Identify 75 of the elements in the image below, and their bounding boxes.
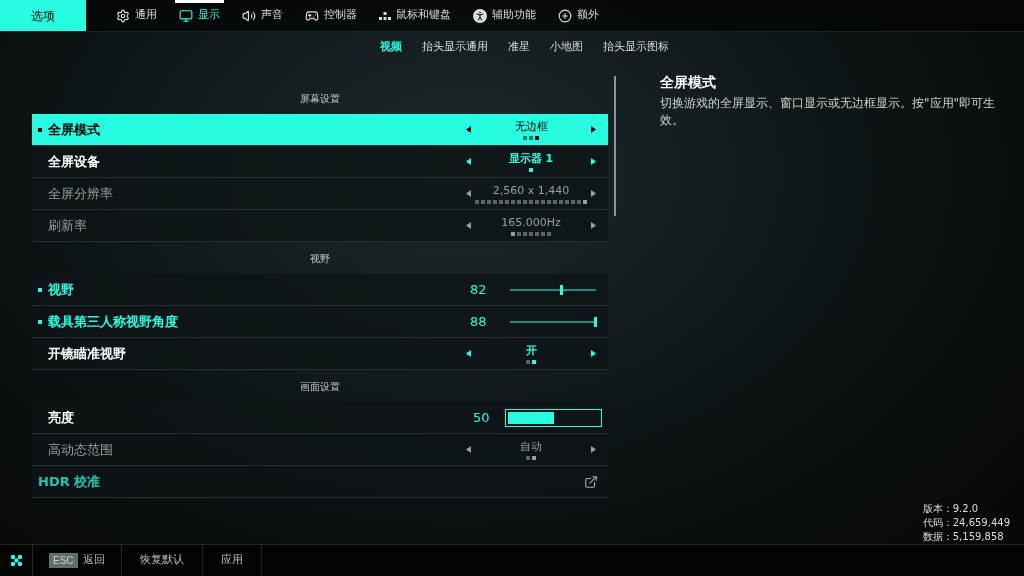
category-tab[interactable]: 鼠标和键盘: [379, 0, 451, 31]
setting-label: 刷新率: [48, 216, 87, 235]
category-tab[interactable]: 额外: [558, 0, 599, 31]
plus-icon: [558, 8, 572, 23]
build-info: 版本：9.2.0: [922, 502, 980, 516]
esc-key: ESC: [49, 553, 78, 568]
right-arrow-icon[interactable]: [591, 126, 596, 133]
brightness-bar[interactable]: [505, 408, 602, 427]
setting-label: 全屏分辨率: [48, 184, 113, 203]
header-title: 选项: [0, 0, 86, 31]
sub-tab[interactable]: 抬头显示通用: [422, 38, 488, 56]
footer-button[interactable]: 应用: [202, 545, 262, 576]
setting-value: 50: [473, 408, 491, 427]
footer-button[interactable]: 恢复默认: [121, 545, 203, 576]
setting-label: 载具第三人称视野角度: [48, 312, 178, 331]
section-heading: 屏幕设置: [300, 91, 340, 106]
speaker-icon: [242, 8, 256, 23]
setting-value: 82: [470, 280, 488, 299]
setting-label: 全屏设备: [48, 152, 100, 171]
build-info: 代码：24,659,449: [922, 516, 1010, 530]
slider-thumb[interactable]: [594, 316, 597, 327]
gear-icon: [116, 8, 130, 23]
sub-tab[interactable]: 视频: [380, 38, 402, 56]
setting-value: 自动: [520, 439, 542, 454]
setting-value: 88: [470, 312, 488, 331]
monitor-icon: [179, 8, 193, 23]
section-heading: 画面设置: [300, 379, 340, 394]
slider-thumb[interactable]: [560, 284, 564, 295]
setting-value: 165.000Hz: [501, 215, 561, 230]
setting-row[interactable]: 开镜瞄准视野 开: [32, 338, 608, 370]
setting-row[interactable]: HDR 校准: [32, 466, 608, 498]
setting-value: 无边框: [514, 119, 548, 134]
grid-icon[interactable]: [10, 555, 22, 566]
build-info: 数据：5,159,858: [922, 530, 1005, 544]
category-tab[interactable]: 控制器: [305, 0, 357, 31]
category-tab[interactable]: 显示: [179, 0, 220, 31]
modified-marker: [38, 287, 42, 292]
modified-marker: [38, 319, 42, 324]
modified-marker: [38, 127, 42, 132]
description-title: 全屏模式: [660, 73, 717, 92]
section-heading: 视野: [310, 251, 330, 266]
back-button[interactable]: ESC 返回: [33, 545, 122, 576]
setting-label: 高动态范围: [48, 440, 113, 459]
description-text: 切换游戏的全屏显示、窗口显示或无边框显示。按"应用"即可生效。: [660, 95, 997, 129]
setting-row[interactable]: 亮度 50: [32, 402, 608, 434]
setting-label: 开镜瞄准视野: [48, 344, 126, 363]
left-arrow-icon[interactable]: [466, 350, 471, 357]
left-arrow-icon[interactable]: [466, 126, 471, 133]
setting-value: 开: [525, 343, 537, 358]
setting-value: 2,560 x 1,440: [492, 183, 570, 198]
external-link-icon[interactable]: [584, 474, 598, 489]
setting-label: 视野: [48, 280, 74, 299]
category-tab[interactable]: 通用: [116, 0, 157, 31]
setting-row[interactable]: 全屏模式 无边框: [32, 114, 608, 146]
setting-value: 显示器 1: [508, 151, 554, 166]
setting-row[interactable]: 视野 82: [32, 274, 608, 306]
category-tab[interactable]: 辅助功能: [473, 0, 536, 31]
gamepad-icon: [305, 8, 319, 23]
accessibility-icon: [473, 8, 487, 23]
setting-row[interactable]: 全屏设备 显示器 1: [32, 146, 608, 178]
sub-tab[interactable]: 小地图: [550, 38, 583, 56]
setting-label: 全屏模式: [48, 120, 100, 139]
right-arrow-icon[interactable]: [591, 350, 596, 357]
scrollbar[interactable]: [614, 76, 616, 216]
setting-label: 亮度: [48, 408, 74, 427]
back-label: 返回: [82, 552, 105, 569]
sub-tab[interactable]: 准星: [508, 38, 530, 56]
setting-row[interactable]: 载具第三人称视野角度 88: [32, 306, 608, 338]
setting-label: HDR 校准: [38, 472, 101, 491]
selected-tab-indicator: [175, 0, 224, 3]
keys-icon: [379, 10, 391, 21]
sub-tab[interactable]: 抬头显示图标: [603, 38, 669, 56]
category-tab[interactable]: 声音: [242, 0, 283, 31]
right-arrow-icon[interactable]: [591, 158, 596, 165]
left-arrow-icon[interactable]: [466, 158, 471, 165]
